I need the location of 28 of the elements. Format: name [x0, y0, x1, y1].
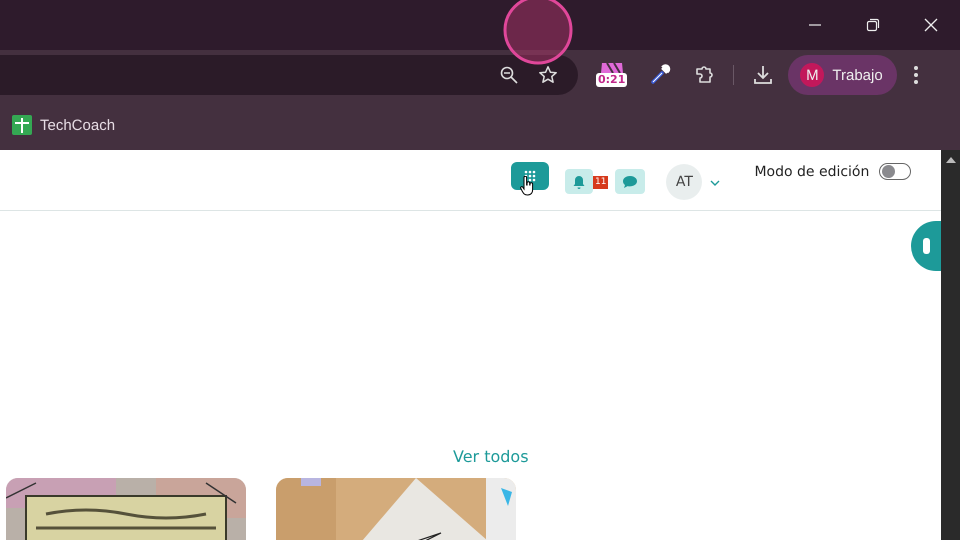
chat-icon: [622, 174, 638, 188]
notifications-button[interactable]: [565, 169, 593, 194]
click-indicator: [502, 0, 574, 66]
puzzle-icon[interactable]: [693, 64, 716, 86]
handle-icon: [921, 237, 931, 255]
bell-icon: [572, 174, 586, 188]
profile-button[interactable]: M Trabajo: [788, 55, 897, 95]
chat-button[interactable]: [615, 169, 646, 194]
download-icon[interactable]: [752, 64, 774, 86]
close-icon[interactable]: [924, 18, 938, 32]
side-panel-tab[interactable]: [911, 221, 941, 271]
menu-icon[interactable]: [912, 65, 919, 85]
user-avatar[interactable]: AT: [666, 164, 702, 200]
cross-icon: [12, 115, 32, 135]
scroll-up-icon[interactable]: [944, 156, 956, 164]
notification-count: 11: [593, 176, 608, 189]
eyedropper-icon[interactable]: [649, 64, 672, 86]
edit-mode-toggle[interactable]: [879, 163, 912, 180]
zoom-out-icon[interactable]: [500, 66, 518, 84]
bookmark-link[interactable]: TechCoach: [12, 115, 116, 135]
timer-text: 0:21: [596, 73, 628, 87]
chevron-down-icon[interactable]: [710, 180, 720, 186]
hand-cursor-icon: [519, 176, 535, 196]
clapperboard-icon[interactable]: [598, 63, 625, 73]
star-icon[interactable]: [538, 65, 558, 85]
restore-icon[interactable]: [866, 18, 880, 32]
grid-icon: [524, 170, 536, 182]
edit-mode-label: Modo de edición: [754, 164, 870, 180]
